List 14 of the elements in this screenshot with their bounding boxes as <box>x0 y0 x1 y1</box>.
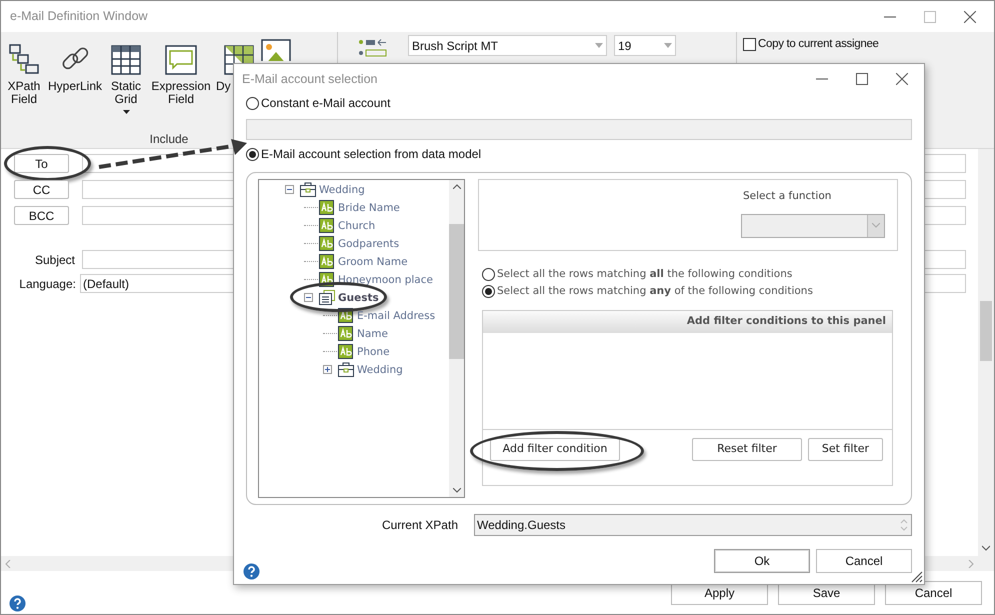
radio-label: Select all the rows matching any of the following conditions <box>497 284 813 299</box>
filter-panel-header: Add filter conditions to this panel <box>483 311 892 333</box>
radio-label: Constant e-Mail account <box>261 95 390 112</box>
window-title: e-Mail Definition Window <box>10 8 148 26</box>
radio-label: E-Mail account selection from data model <box>261 146 482 163</box>
dialog-title: E-Mail account selection <box>242 70 378 88</box>
group-label: Include <box>150 132 188 146</box>
function-label: Select a function <box>742 189 832 204</box>
field-label: Language: <box>18 276 76 292</box>
xpath-label: Current XPath <box>382 517 458 534</box>
field-label: Subject <box>34 252 75 268</box>
xpath-field: Wedding.Guests <box>474 514 912 536</box>
checkbox-label: Copy to current assignee <box>758 37 879 52</box>
radio-label: Select all the rows matching all the following conditions <box>497 266 792 282</box>
